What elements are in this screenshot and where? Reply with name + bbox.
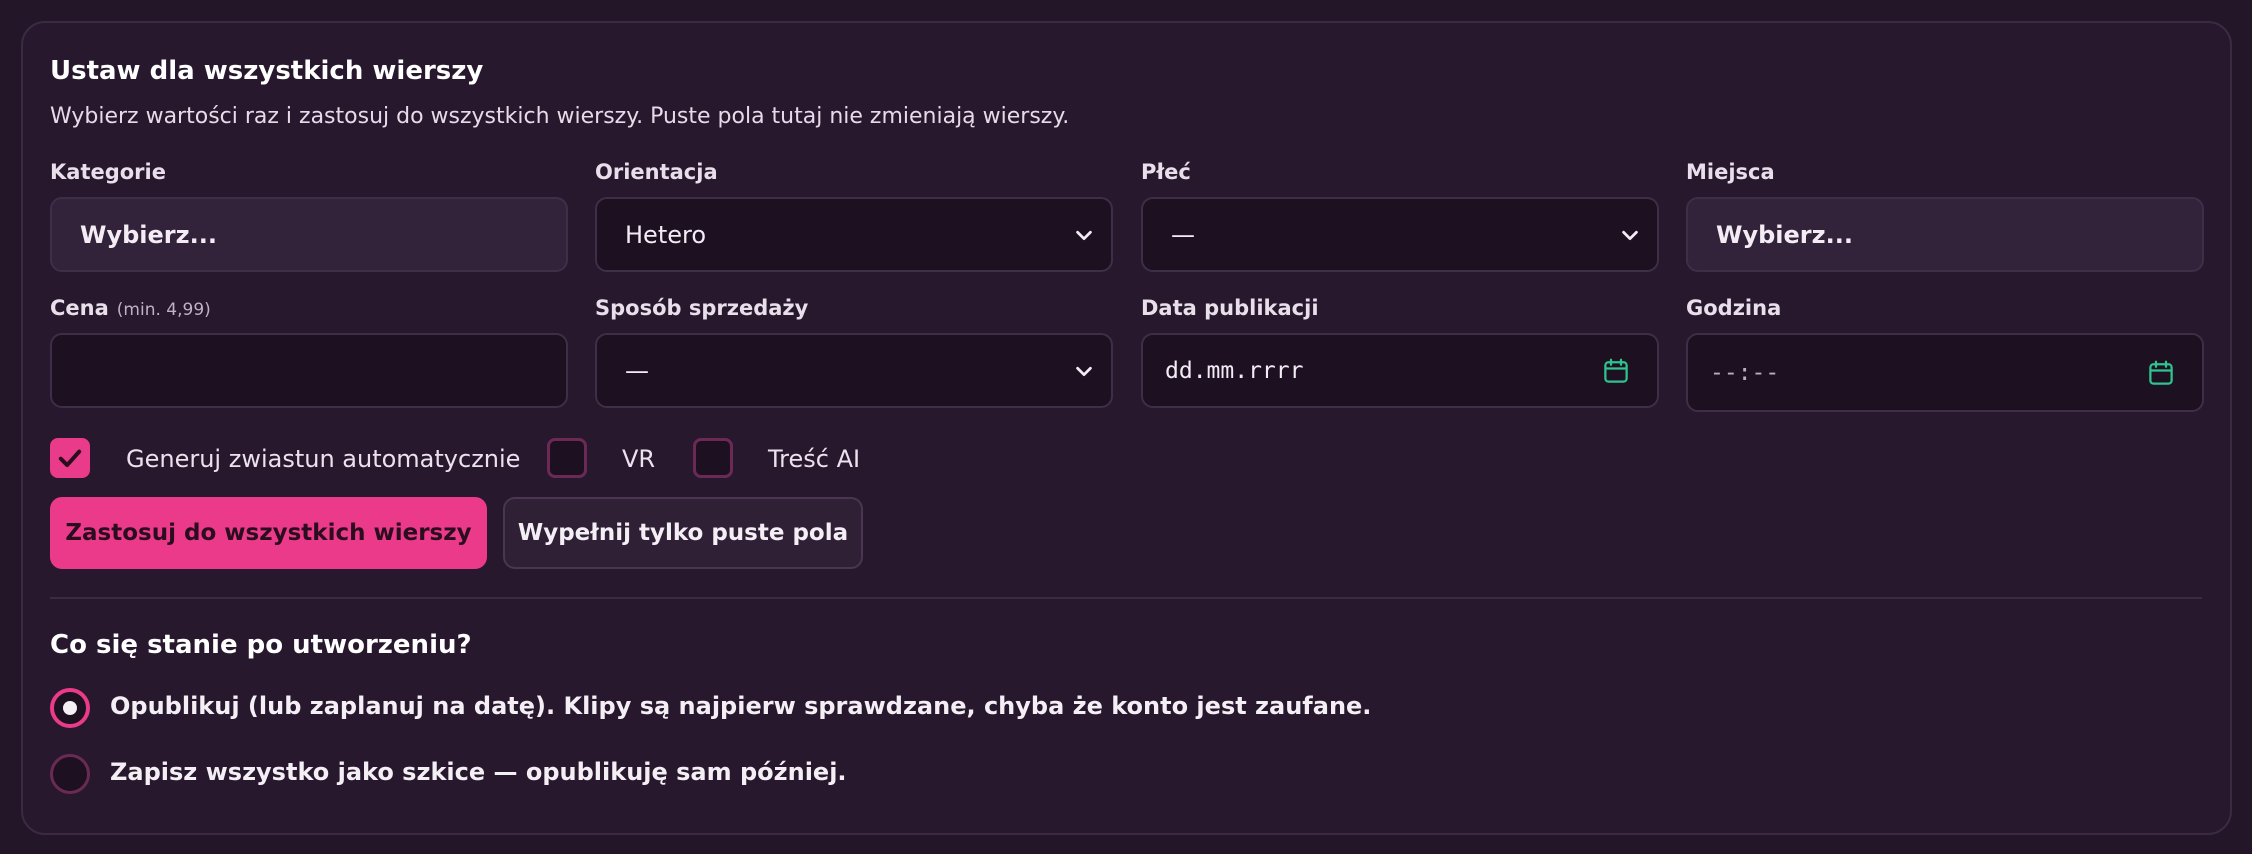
godzina-label: Godzina (1686, 296, 1782, 320)
plec-select[interactable]: — (1141, 197, 1659, 272)
vr-label: VR (622, 445, 656, 473)
orientacja-label: Orientacja (595, 160, 718, 184)
data-label: Data publikacji (1141, 296, 1319, 320)
cena-hint: (min. 4,99) (116, 300, 211, 320)
godzina-input[interactable]: --:-- (1686, 333, 2204, 412)
panel-title: Ustaw dla wszystkich wierszy (50, 56, 484, 86)
cena-label: Cena (min. 4,99) (50, 296, 211, 320)
publish-radio[interactable] (50, 688, 90, 728)
sposob-label: Sposób sprzedaży (595, 296, 809, 320)
miejsca-label: Miejsca (1686, 160, 1775, 184)
calendar-icon[interactable] (1601, 356, 1631, 386)
zwiastun-label: Generuj zwiastun automatycznie (126, 445, 521, 473)
chevron-down-icon (1076, 366, 1092, 376)
draft-option-label[interactable]: Zapisz wszystko jako szkice — opublikuję… (110, 758, 847, 786)
tresc-ai-checkbox[interactable] (693, 438, 733, 478)
sposob-value: — (625, 356, 649, 385)
plec-label: Płeć (1141, 160, 1191, 184)
fill-empty-button[interactable]: Wypełnij tylko puste pola (503, 497, 863, 569)
calendar-icon[interactable] (2146, 358, 2176, 388)
miejsca-value: Wybierz... (1716, 220, 1853, 249)
tresc-ai-label: Treść AI (768, 445, 861, 473)
zwiastun-checkbox[interactable] (50, 438, 90, 478)
draft-radio[interactable] (50, 754, 90, 794)
chevron-down-icon (1622, 230, 1638, 240)
data-publikacji-input[interactable]: dd.mm.rrrr (1141, 333, 1659, 408)
panel-subtitle: Wybierz wartości raz i zastosuj do wszys… (50, 104, 1070, 129)
section-divider (50, 597, 2202, 599)
sposob-select[interactable]: — (595, 333, 1113, 408)
orientacja-select[interactable]: Hetero (595, 197, 1113, 272)
vr-checkbox[interactable] (547, 438, 587, 478)
kategorie-picker[interactable]: Wybierz... (50, 197, 568, 272)
orientacja-value: Hetero (625, 220, 707, 249)
publish-option-label[interactable]: Opublikuj (lub zaplanuj na datę). Klipy … (110, 692, 1371, 720)
apply-all-button[interactable]: Zastosuj do wszystkich wierszy (50, 497, 487, 569)
chevron-down-icon (1076, 230, 1092, 240)
miejsca-picker[interactable]: Wybierz... (1686, 197, 2204, 272)
plec-value: — (1171, 220, 1195, 249)
after-creation-title: Co się stanie po utworzeniu? (50, 630, 472, 660)
cena-input[interactable] (50, 333, 568, 408)
kategorie-label: Kategorie (50, 160, 166, 184)
cena-label-text: Cena (50, 296, 109, 320)
check-icon (58, 449, 82, 468)
godzina-value: --:-- (1710, 359, 1780, 386)
kategorie-value: Wybierz... (80, 220, 217, 249)
data-value: dd.mm.rrrr (1165, 357, 1304, 384)
